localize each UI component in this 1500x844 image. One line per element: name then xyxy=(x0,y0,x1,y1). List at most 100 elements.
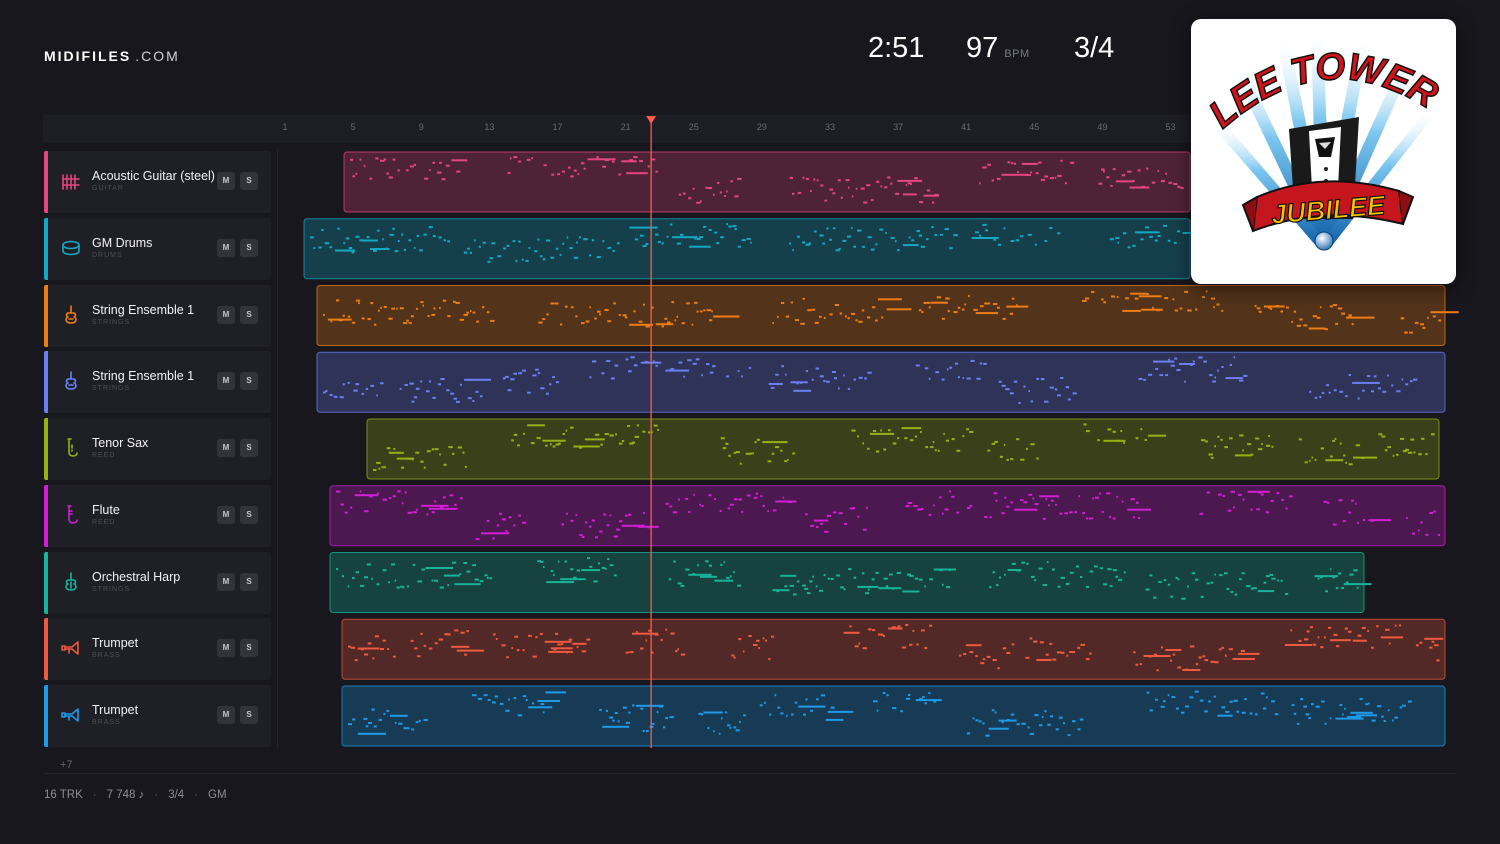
separator-dot: · xyxy=(194,789,199,801)
track-header[interactable]: Trumpet BRASS M S xyxy=(44,685,271,747)
track-header[interactable]: String Ensemble 1 STRINGS M S xyxy=(44,284,271,347)
ruler-tick-label: 17 xyxy=(552,122,563,132)
separator-dot: · xyxy=(92,789,97,801)
track-color-stripe xyxy=(44,551,48,614)
track-color-stripe xyxy=(44,284,48,347)
mute-button[interactable]: M xyxy=(217,505,235,524)
clip-background xyxy=(303,218,1191,280)
more-tracks-indicator[interactable]: +7 xyxy=(60,759,73,771)
footer-divider xyxy=(43,773,1456,774)
clip-background xyxy=(341,685,1446,747)
time-signature-value: 3/4 xyxy=(1074,32,1115,64)
brand-name: MIDIFILES xyxy=(44,48,132,64)
track-header[interactable]: Orchestral Harp STRINGS M S xyxy=(44,551,271,614)
mute-button[interactable]: M xyxy=(217,639,235,658)
track-header[interactable]: GM Drums DRUMS M S xyxy=(44,217,271,280)
harp-icon xyxy=(60,571,82,593)
note-count: 7 748 ♪ xyxy=(106,789,145,801)
track-color-stripe xyxy=(44,418,48,480)
solo-button[interactable]: S xyxy=(240,305,258,324)
midi-clip[interactable] xyxy=(329,552,1372,613)
footer-time-signature: 3/4 xyxy=(168,789,185,801)
track-color-stripe xyxy=(44,484,48,547)
ruler-tick-label: 25 xyxy=(688,122,699,132)
solo-button[interactable]: S xyxy=(240,639,258,658)
violin-icon xyxy=(60,304,82,326)
mute-button[interactable]: M xyxy=(217,372,235,391)
flute-icon xyxy=(60,504,82,526)
ruler-tick-label: 33 xyxy=(824,122,835,132)
clip-background xyxy=(316,351,1446,413)
album-cover-art: JUBILEE LEE TOWERS xyxy=(1191,19,1446,251)
track-color-stripe xyxy=(44,618,48,681)
track-name: Trumpet xyxy=(92,703,139,717)
sax-icon xyxy=(60,437,82,459)
track-category: STRINGS xyxy=(92,585,131,593)
track-name: Trumpet xyxy=(92,636,139,651)
midi-clip[interactable] xyxy=(316,285,1459,346)
track-header[interactable]: String Ensemble 1 STRINGS M S xyxy=(44,351,271,414)
track-name: Flute xyxy=(92,502,120,517)
track-category: REED xyxy=(92,452,116,459)
track-header[interactable]: Trumpet BRASS M S xyxy=(44,618,271,681)
mute-button[interactable]: M xyxy=(217,305,235,324)
mute-button[interactable]: M xyxy=(217,572,235,591)
ruler-tick-label: 45 xyxy=(1029,122,1040,132)
track-count: 16 TRK xyxy=(44,789,83,801)
site-logo[interactable]: MIDIFILES .COM xyxy=(44,48,180,64)
track-name: Acoustic Guitar (steel) xyxy=(92,169,215,183)
ruler-tick-label: 21 xyxy=(620,122,631,132)
midi-clip[interactable] xyxy=(329,485,1446,547)
midi-clip[interactable] xyxy=(343,151,1191,213)
track-color-stripe xyxy=(44,351,48,414)
ruler-tick-label: 9 xyxy=(418,122,424,132)
track-color-stripe xyxy=(44,151,48,213)
track-list-divider xyxy=(277,150,278,748)
track-category: GUITAR xyxy=(92,185,124,192)
track-name: Tenor Sax xyxy=(92,436,149,450)
solo-button[interactable]: S xyxy=(240,706,258,724)
mute-button[interactable]: M xyxy=(217,706,235,724)
midi-clip[interactable] xyxy=(303,218,1203,280)
solo-button[interactable]: S xyxy=(240,372,258,391)
album-cover: JUBILEE LEE TOWERS xyxy=(1191,19,1456,284)
violin-icon xyxy=(60,370,82,392)
solo-button[interactable]: S xyxy=(240,572,258,591)
guitar-icon xyxy=(60,170,82,192)
track-category: REED xyxy=(92,518,116,526)
ruler-tick-label: 37 xyxy=(893,122,904,132)
solo-button[interactable]: S xyxy=(240,238,258,257)
midi-clip[interactable] xyxy=(341,618,1446,680)
ruler-tick-label: 1 xyxy=(282,122,288,132)
solo-button[interactable]: S xyxy=(240,439,258,457)
song-stats: 2:51 97 BPM 3/4 xyxy=(868,32,1114,72)
clip-background xyxy=(343,151,1191,213)
mute-button[interactable]: M xyxy=(217,439,235,457)
solo-button[interactable]: S xyxy=(240,172,258,190)
mute-button[interactable]: M xyxy=(217,238,235,257)
track-header[interactable]: Acoustic Guitar (steel) GUITAR M S xyxy=(44,151,271,213)
clip-background xyxy=(316,285,1446,346)
solo-button[interactable]: S xyxy=(240,505,258,524)
track-name: String Ensemble 1 xyxy=(92,369,195,384)
ruler-tick-label: 49 xyxy=(1097,122,1108,132)
footer-stats: 16 TRK · 7 748 ♪ · 3/4 · GM xyxy=(44,789,227,801)
track-name: GM Drums xyxy=(92,235,153,250)
trumpet-icon xyxy=(60,704,82,726)
track-name: Orchestral Harp xyxy=(92,569,181,584)
midi-clip[interactable] xyxy=(341,685,1446,747)
track-category: STRINGS xyxy=(92,385,131,393)
duration-value: 2:51 xyxy=(868,32,925,64)
track-color-stripe xyxy=(44,685,48,747)
midi-standard: GM xyxy=(208,789,227,801)
mute-button[interactable]: M xyxy=(217,172,235,190)
track-header[interactable]: Tenor Sax REED M S xyxy=(44,418,271,480)
midi-clip[interactable] xyxy=(366,418,1440,480)
midi-clip[interactable] xyxy=(316,351,1446,413)
ruler-tick-label: 5 xyxy=(350,122,356,132)
ruler-tick-label: 13 xyxy=(484,122,495,132)
ruler-tick-label: 41 xyxy=(961,122,972,132)
bpm-value: 97 xyxy=(966,32,999,64)
bpm-unit: BPM xyxy=(1004,48,1030,60)
track-header[interactable]: Flute REED M S xyxy=(44,484,271,547)
